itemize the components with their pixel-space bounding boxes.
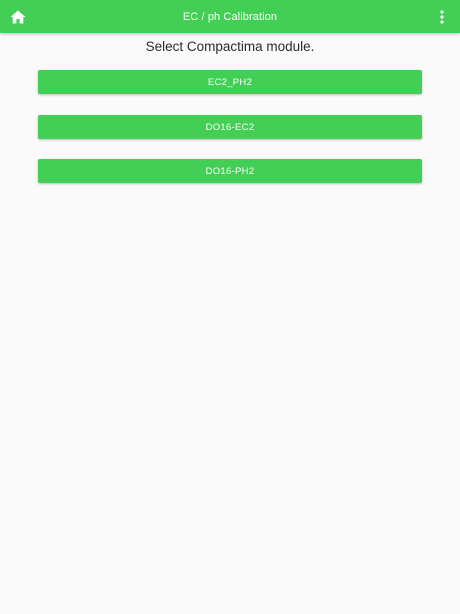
module-button-label: DO16-PH2 bbox=[205, 165, 255, 177]
more-vertical-icon bbox=[440, 10, 444, 24]
app-bar: EC / ph Calibration bbox=[0, 0, 460, 33]
overflow-menu-button[interactable] bbox=[436, 8, 448, 26]
module-button-label: EC2_PH2 bbox=[207, 76, 253, 88]
home-button[interactable] bbox=[9, 8, 27, 26]
module-button-label: DO16-EC2 bbox=[205, 121, 255, 133]
module-button-ec2-ph2[interactable]: EC2_PH2 bbox=[38, 70, 422, 94]
home-icon bbox=[10, 10, 26, 24]
module-button-do16-ec2[interactable]: DO16-EC2 bbox=[38, 115, 422, 139]
module-button-do16-ph2[interactable]: DO16-PH2 bbox=[38, 159, 422, 183]
page-title: EC / ph Calibration bbox=[182, 10, 278, 23]
module-select-heading: Select Compactima module. bbox=[145, 39, 315, 54]
app-screen: EC / ph Calibration Select Compactima mo… bbox=[0, 0, 460, 614]
